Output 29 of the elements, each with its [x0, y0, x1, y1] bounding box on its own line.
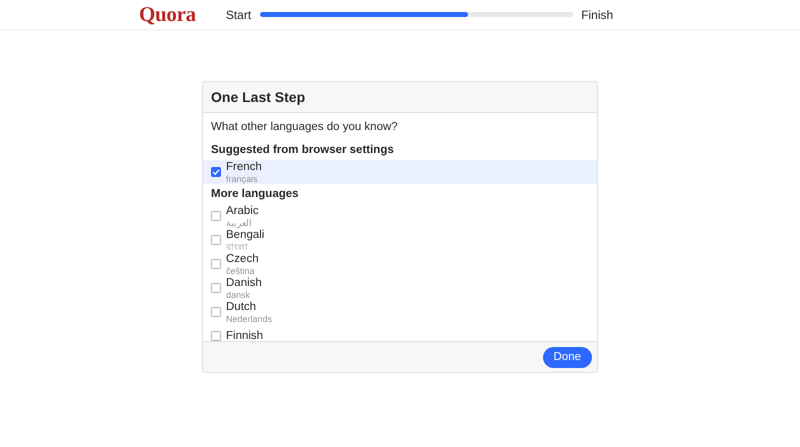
- checkbox[interactable]: [211, 235, 221, 245]
- section-heading: Suggested from browser settings: [210, 143, 395, 158]
- finish-label: Finish: [581, 6, 614, 24]
- start-label: Start: [226, 6, 252, 24]
- language-name: Arabic: [226, 204, 259, 218]
- language-name: Finnish: [226, 330, 264, 341]
- native-name: বাংলা: [226, 242, 249, 252]
- language-name: Dutch: [226, 300, 258, 314]
- native-name: français: [226, 174, 259, 184]
- checkmark-icon: [212, 168, 220, 176]
- section-heading: More languages: [210, 187, 300, 202]
- language-name: French: [226, 160, 262, 174]
- language-row[interactable]: French français: [203, 160, 597, 184]
- language-name: Bengali: [226, 228, 264, 242]
- native-name: العربية: [226, 218, 252, 228]
- language-name: Czech: [226, 252, 259, 266]
- checkbox[interactable]: [211, 211, 221, 221]
- dialog-title: One Last Step: [211, 88, 306, 107]
- checkbox[interactable]: [211, 307, 221, 317]
- checkbox[interactable]: [211, 259, 221, 269]
- language-name: Danish: [226, 276, 262, 290]
- checkbox[interactable]: [211, 167, 221, 177]
- done-button[interactable]: Done: [542, 346, 592, 368]
- logo[interactable]: Quora: [139, 4, 196, 25]
- native-name: Nederlands: [226, 314, 272, 324]
- native-name: čeština: [226, 266, 256, 276]
- checkbox[interactable]: [211, 283, 221, 293]
- question-text: What other languages do you know?: [210, 120, 399, 134]
- native-name: dansk: [226, 290, 252, 300]
